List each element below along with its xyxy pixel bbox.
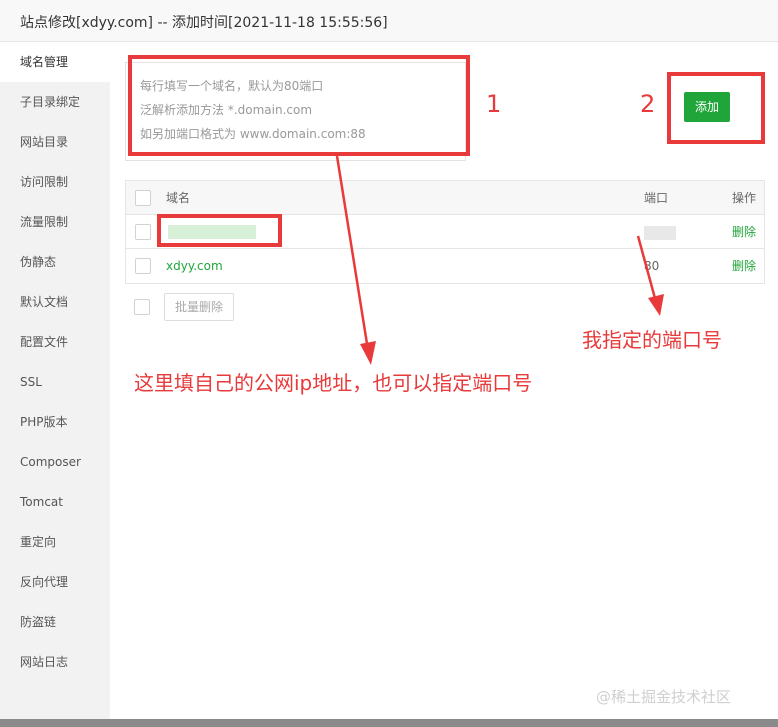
arrow-head-port: [648, 294, 664, 316]
bottom-edge: [0, 719, 778, 727]
annotation-arrows: [335, 155, 664, 365]
arrow-line-ip: [335, 155, 370, 351]
arrow-line-port: [636, 235, 658, 303]
watermark: @稀土掘金技术社区: [596, 688, 732, 706]
arrow-head-ip: [360, 341, 376, 365]
